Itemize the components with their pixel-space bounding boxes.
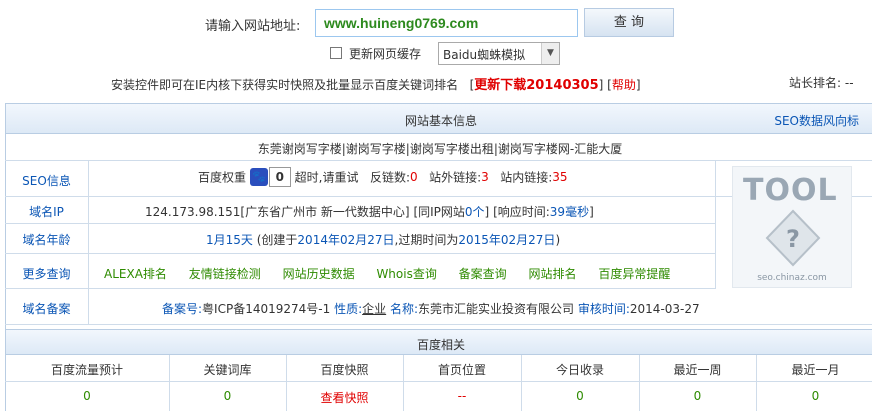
- cache-checkbox[interactable]: [330, 47, 342, 59]
- icp-label[interactable]: 域名备案: [5, 300, 88, 317]
- baidu-weight-value: 0: [268, 167, 291, 187]
- question-diamond-icon: ?: [765, 209, 821, 267]
- backlinks-label: 反链数:: [369, 170, 410, 185]
- webmaster-rank: 站长排名: --: [789, 74, 854, 91]
- basic-info-title: 网站基本信息: [404, 114, 477, 128]
- help-link[interactable]: 帮助: [612, 78, 636, 92]
- col-header-today-indexed: 今日收录: [555, 363, 604, 377]
- tool-logo-caption: seo.chinaz.com: [757, 273, 827, 283]
- whois-link[interactable]: Whois查询: [376, 267, 436, 281]
- download-link[interactable]: 更新下载20140305: [474, 78, 598, 93]
- query-button[interactable]: 查 询: [584, 8, 674, 37]
- col-header-keywords: 关键词库: [203, 363, 252, 377]
- icp-nature-value: 企业: [362, 302, 387, 316]
- col-header-snapshot: 百度快照: [320, 363, 369, 377]
- icp-audit-value: 2014-03-27: [629, 302, 700, 316]
- seo-label[interactable]: SEO信息: [5, 172, 88, 189]
- response-time-value: 39毫秒: [549, 205, 590, 219]
- notice-bar: 安装控件即可在IE内核下获得实时快照及批量显示百度关键词排名 [更新下载2014…: [111, 78, 641, 93]
- outlinks-value[interactable]: 3: [481, 170, 489, 184]
- today-indexed-value[interactable]: 0: [521, 389, 639, 403]
- view-snapshot-link[interactable]: 查看快照: [286, 389, 403, 406]
- homepage-position-value: --: [457, 389, 467, 403]
- site-title-row: 东莞谢岗写字楼|谢岗写字楼|谢岗写字楼出租|谢岗写字楼网-汇能大厦: [5, 134, 872, 161]
- same-ip-prefix: [同IP网站: [413, 205, 465, 219]
- expire-prefix: ,过期时间为: [394, 233, 459, 247]
- site-title: 东莞谢岗写字楼|谢岗写字楼|谢岗写字楼出租|谢岗写字楼网-汇能大厦: [257, 142, 623, 156]
- col-header-traffic: 百度流量预计: [50, 363, 123, 377]
- response-prefix: [响应时间:: [493, 205, 550, 219]
- baidu-weight-label: 百度权重: [198, 170, 247, 185]
- friend-links-check-link[interactable]: 友情链接检测: [189, 267, 261, 281]
- icp-name-value: 东莞市汇能实业投资有限公司: [418, 302, 575, 316]
- user-agent-selected: Baidu蜘蛛模拟: [443, 48, 526, 62]
- baidu-alert-link[interactable]: 百度异常提醒: [598, 267, 670, 281]
- rank-label: 站长排名:: [789, 76, 842, 90]
- chevron-down-icon: ▼: [541, 43, 559, 64]
- basic-info-header: 网站基本信息 SEO数据风向标: [5, 103, 872, 134]
- inlinks-value[interactable]: 35: [552, 170, 567, 184]
- last-week-value[interactable]: 0: [639, 389, 756, 403]
- tool-logo-word: TOOL: [743, 173, 838, 208]
- ip-value: 124.173.98.151[广东省广州市 新一代数据中心]: [145, 205, 410, 219]
- icp-query-link[interactable]: 备案查询: [459, 267, 507, 281]
- baidu-header: 百度相关: [5, 329, 872, 355]
- alexa-rank-link[interactable]: ALEXA排名: [104, 267, 167, 281]
- user-agent-select[interactable]: Baidu蜘蛛模拟 ▼: [438, 42, 560, 65]
- url-label: 请输入网站地址:: [205, 19, 301, 34]
- more-queries-label[interactable]: 更多查询: [5, 265, 88, 282]
- backlinks-value[interactable]: 0: [410, 170, 418, 184]
- domain-age-content: 1月15天 (创建于2014年02月27日,过期时间为2015年02月27日): [206, 231, 560, 248]
- col-header-last-month: 最近一月: [791, 363, 840, 377]
- icp-no-label: 备案号:: [162, 302, 203, 316]
- same-ip-value[interactable]: 0个: [465, 205, 485, 219]
- history-data-link[interactable]: 网站历史数据: [283, 267, 355, 281]
- notice-text: 安装控件即可在IE内核下获得实时快照及批量显示百度关键词排名: [111, 78, 459, 92]
- response-suffix: ]: [589, 205, 594, 219]
- domain-age-value: 1月15天: [206, 233, 253, 247]
- more-queries-links: ALEXA排名 友情链接检测 网站历史数据 Whois查询 备案查询 网站排名 …: [104, 265, 670, 282]
- timeout-text: 超时,请重试: [294, 170, 359, 185]
- domain-age-label[interactable]: 域名年龄: [5, 231, 88, 248]
- rank-value: --: [844, 76, 854, 90]
- traffic-value: 0: [83, 389, 91, 403]
- chinaz-tool-logo: TOOL ? seo.chinaz.com: [732, 166, 852, 288]
- icp-audit-label: 审核时间:: [577, 302, 630, 316]
- cache-label: 更新网页缓存: [349, 47, 422, 61]
- icp-nature-label: 性质:: [334, 302, 363, 316]
- baidu-title: 百度相关: [416, 338, 465, 352]
- icp-no-value: 粤ICP备14019274号-1: [202, 302, 331, 316]
- expire-date: 2015年02月27日: [458, 233, 556, 247]
- icp-name-label: 名称:: [389, 302, 419, 316]
- url-input[interactable]: www.huineng0769.com: [315, 9, 578, 37]
- last-month-value[interactable]: 0: [756, 389, 872, 403]
- seo-content: 百度权重 🐾 0 超时,请重试 反链数:0 站外链接:3 站内链接:35: [198, 167, 568, 187]
- site-rank-link[interactable]: 网站排名: [529, 267, 577, 281]
- col-header-last-week: 最近一周: [673, 363, 722, 377]
- ip-content: 124.173.98.151[广东省广州市 新一代数据中心] [同IP网站0个]…: [145, 203, 594, 220]
- paw-icon: 🐾: [249, 168, 268, 186]
- outlinks-label: 站外链接:: [429, 170, 482, 185]
- age-suffix: ): [555, 233, 561, 247]
- created-prefix: (创建于: [256, 233, 298, 247]
- svg-text:?: ?: [786, 225, 800, 253]
- icp-content: 备案号:粤ICP备14019274号-1 性质:企业 名称:东莞市汇能实业投资有…: [162, 300, 700, 317]
- seo-trend-link[interactable]: SEO数据风向标: [774, 112, 859, 129]
- col-header-homepage-position: 首页位置: [437, 363, 486, 377]
- baidu-grid: 百度流量预计 关键词库 百度快照 首页位置 今日收录 最近一周 最近一月 0 0…: [5, 355, 872, 411]
- same-ip-suffix: ]: [484, 205, 490, 219]
- inlinks-label: 站内链接:: [500, 170, 553, 185]
- created-date: 2014年02月27日: [297, 233, 395, 247]
- ip-label[interactable]: 域名IP: [5, 203, 88, 220]
- keywords-value[interactable]: 0: [169, 389, 286, 403]
